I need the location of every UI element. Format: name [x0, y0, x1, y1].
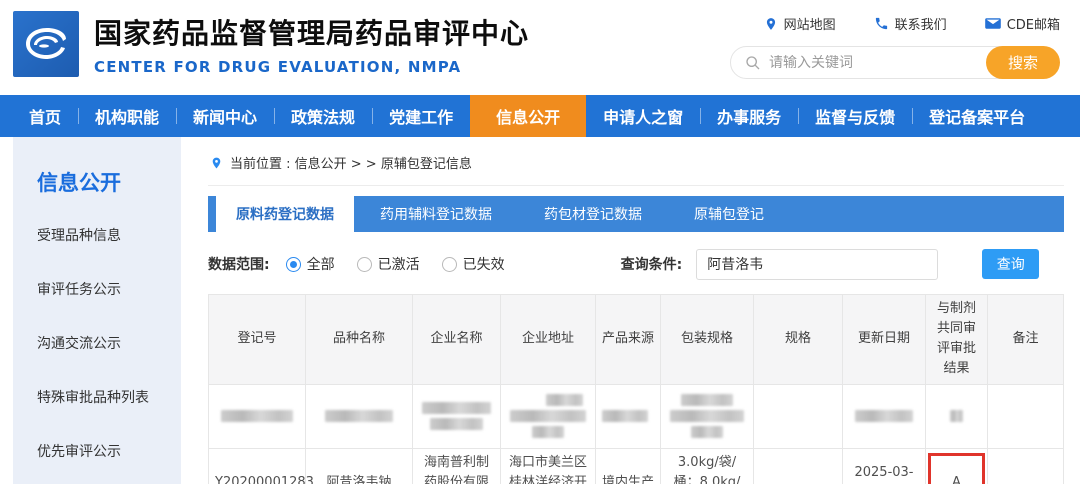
cell-company-address: 海口市美兰区桂林洋经济开发区 — [501, 448, 596, 484]
sidebar-item-communication[interactable]: 沟通交流公示 — [37, 333, 181, 353]
nav-item-registration-platform[interactable]: 登记备案平台 — [912, 95, 1042, 137]
col-header-remark: 备注 — [988, 295, 1064, 385]
cde-mail-link[interactable]: CDE邮箱 — [985, 14, 1060, 33]
radio-activated-dot — [357, 257, 372, 272]
contact-us-link-label: 联系我们 — [895, 14, 947, 33]
redacted-cell — [926, 384, 988, 448]
tab-excipient-registration-data[interactable]: 药用辅料登记数据 — [354, 196, 518, 232]
col-header-registration-no: 登记号 — [209, 295, 306, 385]
tab-packaging-registration-data[interactable]: 药包材登记数据 — [518, 196, 668, 232]
table-row-redacted[interactable] — [209, 384, 1064, 448]
site-title: 国家药品监督管理局药品审评中心 — [94, 12, 529, 52]
cde-mail-link-label: CDE邮箱 — [1007, 14, 1060, 33]
cell-product-origin: 境内生产 — [596, 448, 661, 484]
highlight-red-box — [928, 453, 985, 484]
nav-item-home[interactable]: 首页 — [12, 95, 78, 137]
query-condition-label: 查询条件: — [621, 254, 683, 274]
tab-apief-registration[interactable]: 原辅包登记 — [668, 196, 790, 232]
search-icon — [745, 55, 761, 71]
site-search-button[interactable]: 搜索 — [986, 46, 1060, 79]
sidebar-item-special-approval[interactable]: 特殊审批品种列表 — [37, 387, 181, 407]
col-header-company-address: 企业地址 — [501, 295, 596, 385]
radio-all[interactable]: 全部 — [286, 254, 335, 274]
cell-remark — [988, 448, 1064, 484]
table-row-acyclovir-sodium[interactable]: Y20200001283 阿昔洛韦钠 海南普利制药股份有限公司 海口市美兰区桂林… — [209, 448, 1064, 484]
nav-item-policies[interactable]: 政策法规 — [274, 95, 372, 137]
radio-inactive[interactable]: 已失效 — [442, 254, 505, 274]
redacted-cell — [501, 384, 596, 448]
contact-us-link[interactable]: 联系我们 — [874, 14, 947, 33]
location-pin-icon — [764, 16, 778, 32]
cell-variety-name: 阿昔洛韦钠 — [306, 448, 413, 484]
cde-logo-icon — [20, 18, 72, 70]
site-subtitle: CENTER FOR DRUG EVALUATION, NMPA — [94, 58, 529, 76]
quick-links: 网站地图 联系我们 CDE邮箱 — [730, 14, 1060, 33]
nav-item-info-disclosure[interactable]: 信息公开 — [470, 95, 586, 137]
redacted-cell — [413, 384, 501, 448]
redacted-cell — [209, 384, 306, 448]
site-search-input[interactable] — [769, 55, 969, 71]
radio-all-dot — [286, 257, 301, 272]
main-nav: 首页 机构职能 新闻中心 政策法规 党建工作 信息公开 申请人之窗 办事服务 监… — [0, 95, 1080, 137]
col-header-company-name: 企业名称 — [413, 295, 501, 385]
cell-joint-review-result: A — [926, 448, 988, 484]
col-header-packaging-spec: 包装规格 — [661, 295, 754, 385]
sidebar-item-review-tasks[interactable]: 审评任务公示 — [37, 279, 181, 299]
site-header: 国家药品监督管理局药品审评中心 CENTER FOR DRUG EVALUATI… — [0, 0, 1080, 95]
redacted-cell — [988, 384, 1064, 448]
cell-update-date: 2025-03-14 — [843, 448, 926, 484]
nav-item-applicant-window[interactable]: 申请人之窗 — [586, 95, 700, 137]
sidebar: 信息公开 受理品种信息 审评任务公示 沟通交流公示 特殊审批品种列表 优先审评公… — [13, 137, 181, 484]
nav-item-supervision-feedback[interactable]: 监督与反馈 — [798, 95, 912, 137]
radio-inactive-label: 已失效 — [463, 254, 505, 274]
radio-inactive-dot — [442, 257, 457, 272]
cell-registration-no: Y20200001283 — [209, 448, 306, 484]
col-header-update-date: 更新日期 — [843, 295, 926, 385]
redacted-cell — [754, 384, 843, 448]
radio-activated[interactable]: 已激活 — [357, 254, 420, 274]
phone-icon — [874, 16, 889, 31]
tab-api-registration-data[interactable]: 原料药登记数据 — [216, 196, 354, 232]
breadcrumb: 当前位置 : 信息公开 > > 原辅包登记信息 — [208, 137, 1064, 186]
radio-all-label: 全部 — [307, 254, 335, 274]
sidebar-item-accepted-varieties[interactable]: 受理品种信息 — [37, 225, 181, 245]
col-header-product-origin: 产品来源 — [596, 295, 661, 385]
table-header-row: 登记号 品种名称 企业名称 企业地址 产品来源 包装规格 规格 更新日期 与制剂… — [209, 295, 1064, 385]
main-panel: 当前位置 : 信息公开 > > 原辅包登记信息 原料药登记数据 药用辅料登记数据… — [181, 137, 1080, 484]
sitemap-link[interactable]: 网站地图 — [764, 14, 836, 33]
query-condition-input[interactable] — [696, 249, 938, 280]
nav-item-party-building[interactable]: 党建工作 — [372, 95, 470, 137]
breadcrumb-text: 当前位置 : 信息公开 > > 原辅包登记信息 — [230, 153, 472, 172]
cell-packaging-spec: 3.0kg/袋/桶；8.0kg/袋/桶 — [661, 448, 754, 484]
redacted-cell — [843, 384, 926, 448]
radio-activated-label: 已激活 — [378, 254, 420, 274]
scope-label: 数据范围: — [208, 254, 270, 274]
cell-spec — [754, 448, 843, 484]
nav-item-services[interactable]: 办事服务 — [700, 95, 798, 137]
redacted-cell — [306, 384, 413, 448]
nav-item-news[interactable]: 新闻中心 — [176, 95, 274, 137]
scope-radio-group: 全部 已激活 已失效 — [286, 254, 505, 274]
sidebar-title: 信息公开 — [37, 167, 181, 197]
sidebar-item-priority-review[interactable]: 优先审评公示 — [37, 441, 181, 461]
registration-table: 登记号 品种名称 企业名称 企业地址 产品来源 包装规格 规格 更新日期 与制剂… — [208, 294, 1064, 484]
cell-company-name: 海南普利制药股份有限公司 — [413, 448, 501, 484]
redacted-cell — [661, 384, 754, 448]
tab-bar: 原料药登记数据 药用辅料登记数据 药包材登记数据 原辅包登记 — [208, 196, 1064, 232]
redacted-cell — [596, 384, 661, 448]
col-header-variety-name: 品种名称 — [306, 295, 413, 385]
sitemap-link-label: 网站地图 — [784, 14, 836, 33]
cde-logo — [13, 11, 79, 77]
col-header-joint-review-result: 与制剂共同审评审批结果 — [926, 295, 988, 385]
filter-bar: 数据范围: 全部 已激活 已失效 查询条件: 查询 — [208, 249, 1064, 279]
nav-item-functions[interactable]: 机构职能 — [78, 95, 176, 137]
location-pin-icon — [210, 155, 223, 171]
mail-icon — [985, 17, 1001, 30]
col-header-spec: 规格 — [754, 295, 843, 385]
query-button[interactable]: 查询 — [982, 249, 1039, 279]
